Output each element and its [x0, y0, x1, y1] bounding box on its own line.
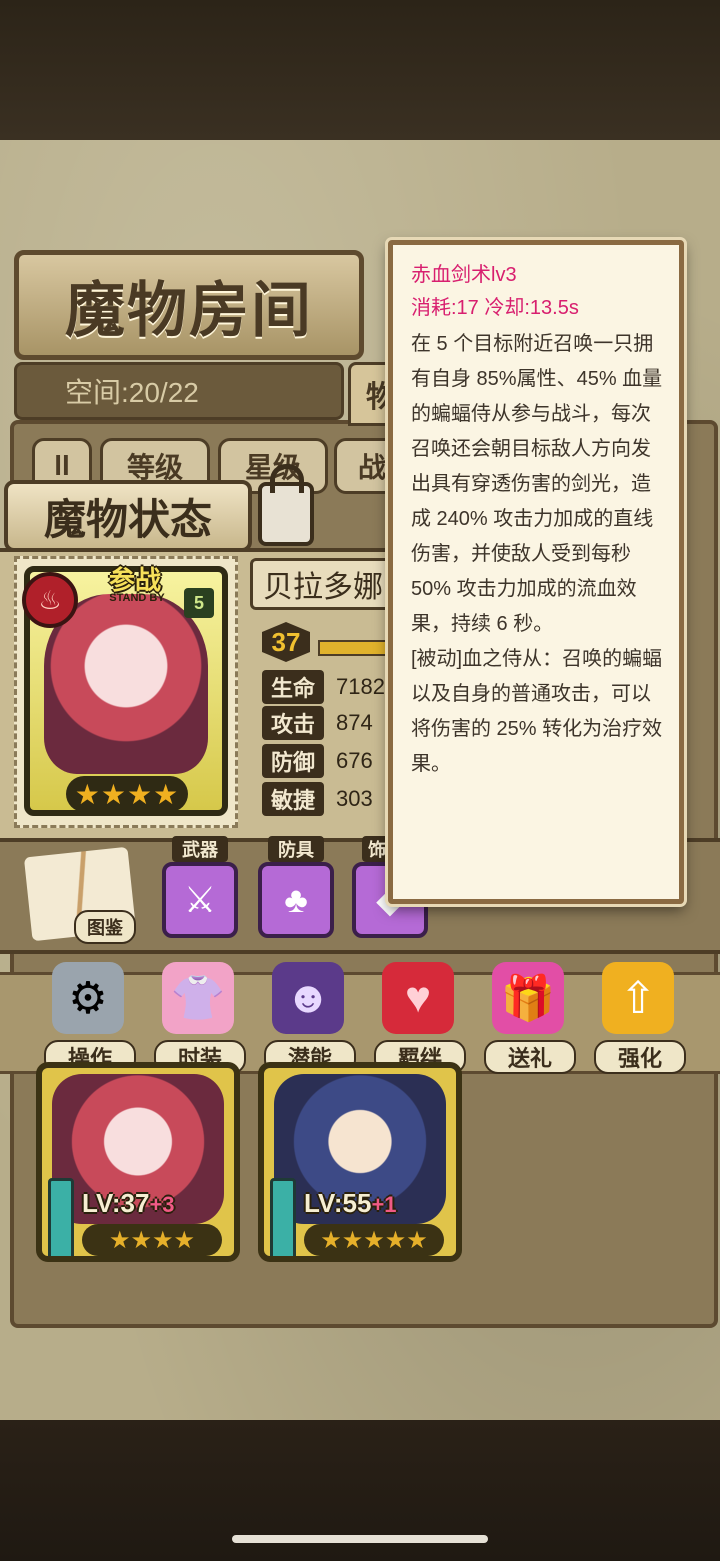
operate-button[interactable]: ⚙ 操作 [40, 962, 136, 1074]
costume-icon: 👚 [162, 962, 234, 1034]
card-stars: ★★★★★ [304, 1224, 444, 1256]
costume-button[interactable]: 👚 时装 [150, 962, 246, 1074]
skill-title: 赤血剑术lv3 [411, 264, 517, 286]
card-plus: +3 [149, 1192, 175, 1217]
skill-description: 在 5 个目标附近召唤一只拥有自身 85%属性、45% 血量的蝙蝠侍从参与战斗，… [411, 327, 665, 782]
skill-active-text: 在 5 个目标附近召唤一只拥有自身 85%属性、45% 血量的蝙蝠侍从参与战斗，… [411, 333, 663, 635]
weapon-icon[interactable]: ⚔ [162, 862, 238, 938]
stat-agility: 敏捷 303 [262, 782, 400, 816]
card-stars: ★★★★ [82, 1224, 222, 1256]
monster-card[interactable]: LV:55+1 ★★★★★ [258, 1062, 462, 1262]
card-level-text: LV:55 [304, 1188, 372, 1218]
potential-icon: ☻ [272, 962, 344, 1034]
monster-name: 贝拉多娜 [250, 558, 400, 610]
weapon-tag: 武器 [172, 836, 228, 862]
gear-icon: ⚙ [52, 962, 124, 1034]
card-level: LV:37+3 [82, 1188, 212, 1218]
stat-label: 敏捷 [262, 782, 324, 816]
standby-subtext: STAND BY [109, 592, 165, 604]
card-level-text: LV:37 [82, 1188, 150, 1218]
monster-card[interactable]: LV:37+3 ★★★★ [36, 1062, 240, 1262]
stat-label: 防御 [262, 744, 324, 778]
card-level: LV:55+1 [304, 1188, 434, 1218]
atlas-button[interactable]: 图鉴 [74, 910, 136, 944]
stat-hp: 生命 7182 [262, 670, 400, 704]
space-counter: 空间:20/22 [14, 362, 344, 420]
heart-icon: ♥ [382, 962, 454, 1034]
home-indicator[interactable] [232, 1535, 488, 1543]
gift-icon: 🎁 [492, 962, 564, 1034]
upgrade-button[interactable]: ⇧ 强化 [590, 962, 686, 1074]
top-border [0, 0, 720, 140]
sword-icon [48, 1178, 74, 1256]
rank-badge: 5 [184, 588, 214, 618]
status-title: 魔物状态 [4, 480, 252, 552]
room-title: 魔物房间 [14, 250, 364, 360]
stat-label: 生命 [262, 670, 324, 704]
fire-icon: ♨ [22, 572, 78, 628]
armor-tag: 防具 [268, 836, 324, 862]
sword-icon [270, 1178, 296, 1256]
bond-button[interactable]: ♥ 羁绊 [370, 962, 466, 1074]
monster-art [44, 594, 208, 774]
skill-tooltip: 赤血剑术lv3 消耗:17 冷却:13.5s 在 5 个目标附近召唤一只拥有自身… [388, 240, 684, 904]
upgrade-arrow-icon: ⇧ [602, 962, 674, 1034]
padlock-icon[interactable] [258, 464, 314, 546]
upgrade-label: 强化 [594, 1040, 686, 1074]
skill-passive-text: [被动]血之侍从：召唤的蝙蝠以及自身的普通攻击，可以将伤害的 25% 转化为治疗… [411, 648, 663, 775]
potential-button[interactable]: ☻ 潜能 [260, 962, 356, 1074]
card-plus: +1 [371, 1192, 397, 1217]
skill-cost: 消耗:17 冷却:13.5s [411, 297, 579, 319]
star-rating: ★★★★ [66, 776, 188, 812]
gift-label: 送礼 [484, 1040, 576, 1074]
gift-button[interactable]: 🎁 送礼 [480, 962, 576, 1074]
armor-icon[interactable]: ♣ [258, 862, 334, 938]
stat-defense: 防御 676 [262, 744, 400, 778]
stat-attack: 攻击 874 [262, 706, 400, 740]
stat-label: 攻击 [262, 706, 324, 740]
